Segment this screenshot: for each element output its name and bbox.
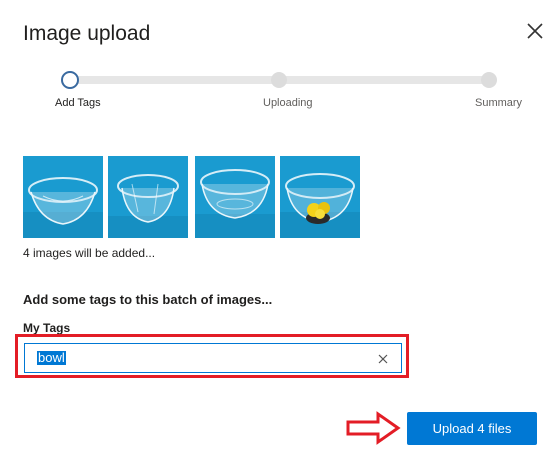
step-dot-add-tags (61, 71, 79, 89)
step-label-uploading: Uploading (263, 97, 313, 109)
close-icon (527, 23, 543, 39)
clear-icon (378, 354, 388, 364)
images-count-text: 4 images will be added... (23, 246, 156, 260)
upload-files-button[interactable]: Upload 4 files (407, 412, 537, 445)
step-label-add-tags: Add Tags (55, 97, 101, 109)
close-button[interactable] (524, 20, 548, 44)
step-label-summary: Summary (475, 97, 523, 109)
clear-input-button[interactable] (376, 352, 390, 366)
my-tags-label: My Tags (23, 321, 71, 335)
image-thumbnail-4 (280, 156, 360, 238)
tags-section-title: Add some tags to this batch of images... (23, 292, 273, 307)
tag-input-value: bowl (37, 350, 66, 365)
tags-input[interactable]: bowl (24, 343, 402, 373)
step-dot-summary (481, 72, 497, 88)
dialog-title: Image upload (23, 22, 151, 45)
step-dot-uploading (271, 72, 287, 88)
annotation-arrow-icon (346, 411, 401, 445)
image-thumbnail-1 (23, 156, 103, 238)
image-thumbnail-2 (108, 156, 188, 238)
image-thumbnail-3 (195, 156, 275, 238)
